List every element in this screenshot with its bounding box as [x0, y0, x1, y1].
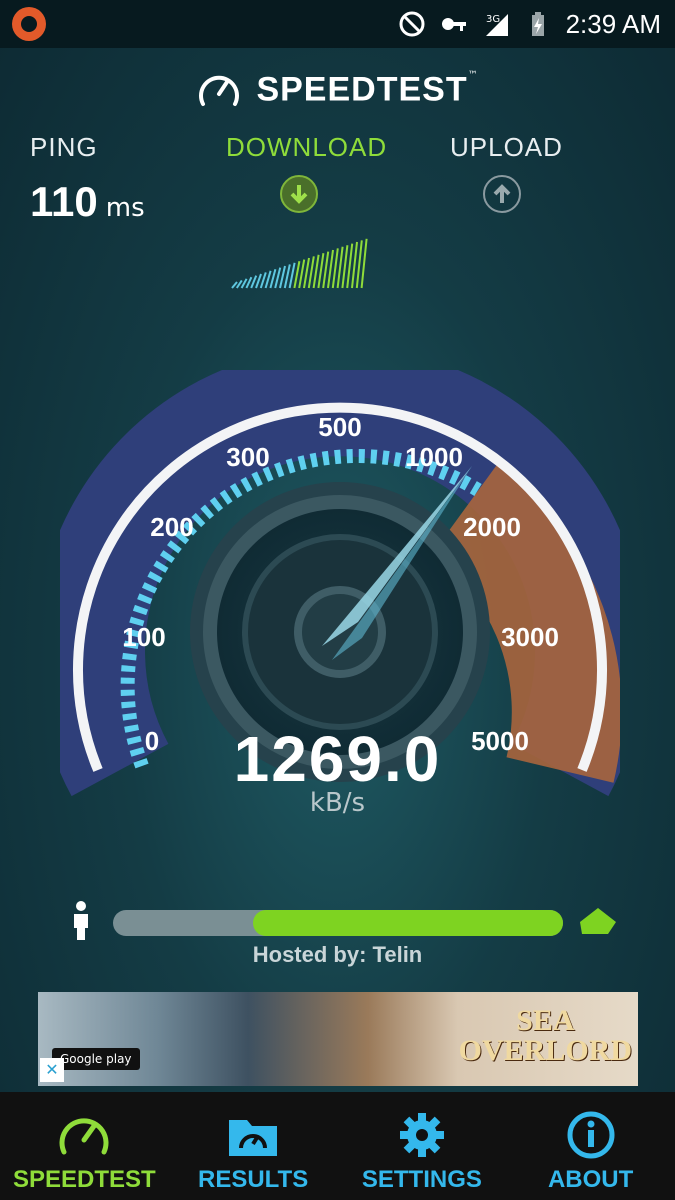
- ad-banner[interactable]: SEA OVERLORD Google play ✕: [38, 992, 638, 1086]
- gauge-scale-label: 500: [318, 412, 361, 442]
- nav-settings-label: SETTINGS: [361, 1166, 482, 1193]
- download-arrow-icon: [280, 175, 318, 213]
- gauge-scale-label: 3000: [501, 622, 559, 652]
- signal-3g-icon: 3G: [485, 14, 508, 36]
- speedometer-icon: [59, 1118, 109, 1155]
- folder-icon: [229, 1120, 278, 1156]
- download-graph: [231, 238, 368, 289]
- gauge-scale-label: 200: [150, 512, 193, 542]
- nav-about[interactable]: ABOUT: [506, 1092, 675, 1200]
- client-person-icon: [74, 901, 88, 940]
- key-icon: [441, 18, 466, 31]
- bottom-nav: SPEEDTEST RESULTS SETTINGS ABOUT: [0, 1092, 675, 1200]
- gauge-scale-label: 300: [226, 442, 269, 472]
- app-title: SPEEDTEST: [256, 70, 468, 109]
- upload-label: UPLOAD: [450, 132, 563, 162]
- speed-value: 1269.0: [233, 723, 442, 795]
- speedtest-logo-icon: [199, 75, 240, 106]
- clock: 2:39 AM: [565, 8, 661, 39]
- status-bar: 3G 2:39 AM: [0, 0, 675, 48]
- nav-speedtest[interactable]: SPEEDTEST: [0, 1092, 169, 1200]
- ping-value: 110 ms: [30, 178, 145, 226]
- google-play-badge[interactable]: Google play: [52, 1048, 140, 1070]
- gauge-scale-label: 100: [122, 622, 165, 652]
- info-icon: [567, 1111, 615, 1159]
- upload-arrow-icon: [483, 175, 521, 213]
- nav-results-label: RESULTS: [198, 1166, 309, 1193]
- progress-track: [113, 910, 563, 936]
- nav-settings[interactable]: SETTINGS: [338, 1092, 507, 1200]
- nav-results[interactable]: RESULTS: [169, 1092, 338, 1200]
- nav-about-label: ABOUT: [547, 1166, 634, 1193]
- trademark: ™: [467, 70, 478, 81]
- nav-speedtest-label: SPEEDTEST: [13, 1166, 156, 1193]
- gauge-scale-label: 1000: [405, 442, 463, 472]
- speed-unit: kB/s: [309, 788, 366, 818]
- do-not-disturb-icon: [399, 11, 425, 37]
- ping-unit: ms: [105, 193, 145, 223]
- gauge-scale-label: 2000: [463, 512, 521, 542]
- battery-icon: [531, 12, 544, 36]
- app-header: SPEEDTEST™: [0, 70, 675, 110]
- notification-app-icon: [12, 7, 46, 41]
- gear-icon: [399, 1113, 444, 1157]
- download-label: DOWNLOAD: [226, 132, 388, 162]
- hosted-by: Hosted by: Telin: [252, 942, 423, 967]
- svg-text:3G: 3G: [486, 14, 500, 25]
- ad-title: SEA OVERLORD: [458, 1004, 632, 1067]
- server-icon: [580, 908, 616, 934]
- ad-close-icon[interactable]: ✕: [40, 1058, 64, 1082]
- progress-fill: [253, 910, 563, 936]
- ping-label: PING: [30, 132, 98, 162]
- ping-number: 110: [30, 178, 98, 225]
